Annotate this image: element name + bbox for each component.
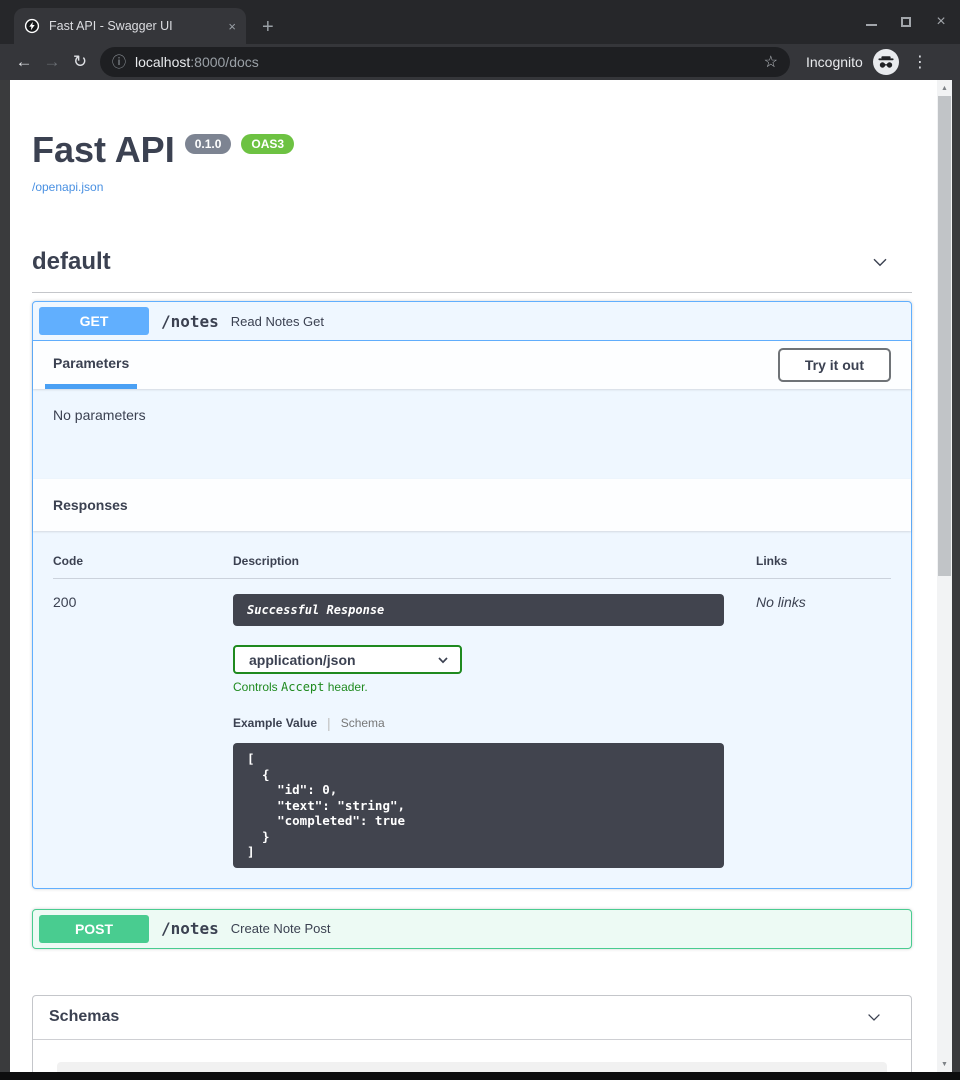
maximize-button[interactable]	[899, 14, 913, 30]
scrollbar-thumb[interactable]	[938, 96, 951, 576]
tag-name: default	[32, 248, 111, 276]
post-op-summary: Create Note Post	[231, 921, 331, 936]
response-description: Successful Response	[233, 594, 724, 626]
scroll-down-icon[interactable]: ▼	[937, 1056, 952, 1072]
maximize-icon	[901, 17, 911, 27]
schemas-title: Schemas	[49, 1008, 119, 1026]
code-line: "completed": true	[247, 813, 710, 829]
menu-icon[interactable]: ⋮	[912, 52, 928, 72]
chevron-down-icon[interactable]	[870, 252, 890, 272]
fastapi-favicon-icon	[24, 18, 40, 34]
oas3-badge: OAS3	[241, 134, 294, 154]
accept-hint-prefix: Controls	[233, 680, 281, 694]
post-method-badge: POST	[39, 915, 149, 943]
tab-parameters[interactable]: Parameters	[45, 341, 137, 389]
forward-icon[interactable]: →	[38, 52, 66, 72]
accept-header-hint: Controls Accept header.	[233, 680, 756, 694]
openapi-link[interactable]: /openapi.json	[32, 180, 103, 194]
page-title: Fast API	[32, 128, 175, 172]
tab-title: Fast API - Swagger UI	[49, 19, 219, 33]
post-opblock-header[interactable]: POST /notes Create Note Post	[33, 910, 911, 948]
minimize-button[interactable]	[864, 14, 878, 30]
media-type-value: application/json	[249, 652, 356, 668]
tab-example-value[interactable]: Example Value	[233, 716, 317, 730]
url-host: localhost	[135, 54, 190, 70]
column-header-description: Description	[233, 554, 756, 568]
column-header-links: Links	[756, 554, 891, 568]
tab-schema[interactable]: Schema	[341, 716, 385, 730]
responses-body: Code Description Links 200 Successful Re…	[33, 531, 911, 888]
tab-close-icon[interactable]: ×	[228, 20, 236, 33]
version-badge: 0.1.0	[185, 134, 232, 154]
code-line: "id": 0,	[247, 782, 710, 798]
info-icon[interactable]: ⓘ	[112, 52, 126, 72]
get-op-path: /notes	[161, 312, 219, 331]
post-op-path: /notes	[161, 919, 219, 938]
incognito-label: Incognito	[806, 54, 863, 70]
browser-tab[interactable]: Fast API - Swagger UI ×	[14, 8, 246, 44]
media-type-select[interactable]: application/json	[233, 645, 462, 674]
column-header-code: Code	[53, 554, 233, 568]
schemas-header[interactable]: Schemas	[33, 996, 911, 1040]
responses-section-header: Responses	[33, 479, 911, 531]
try-it-out-button[interactable]: Try it out	[778, 348, 891, 382]
response-row-200: 200 Successful Response application/json…	[53, 579, 891, 868]
tabs-divider: |	[327, 715, 331, 731]
select-caret-icon	[436, 653, 450, 667]
close-icon: ×	[936, 14, 945, 30]
get-method-badge: GET	[39, 307, 149, 335]
page-scrollbar[interactable]: ▲ ▼	[937, 80, 952, 1072]
star-icon[interactable]: ☆	[764, 52, 778, 72]
post-notes-opblock: POST /notes Create Note Post	[32, 909, 912, 949]
parameters-section-header: Parameters Try it out	[33, 341, 911, 389]
note-model-row[interactable]: Note ›	[57, 1062, 887, 1073]
minimize-icon	[866, 24, 877, 26]
response-links: No links	[756, 594, 891, 868]
chevron-down-icon[interactable]	[865, 1008, 883, 1026]
get-opblock-header[interactable]: GET /notes Read Notes Get	[33, 302, 911, 341]
accept-hint-code: Accept	[281, 680, 324, 694]
back-icon[interactable]: ←	[10, 52, 38, 72]
close-button[interactable]: ×	[934, 14, 948, 30]
window-bottom-edge	[0, 1072, 960, 1080]
browser-viewport: Fast API 0.1.0 OAS3 /openapi.json defaul…	[0, 80, 960, 1072]
code-line: }	[247, 829, 710, 845]
get-op-summary: Read Notes Get	[231, 314, 324, 329]
get-notes-opblock: GET /notes Read Notes Get Parameters Try…	[32, 301, 912, 889]
browser-titlebar: Fast API - Swagger UI × + ×	[0, 0, 960, 44]
swagger-page: Fast API 0.1.0 OAS3 /openapi.json defaul…	[10, 80, 937, 1072]
schemas-section: Schemas Note ›	[32, 995, 912, 1073]
accept-hint-suffix: header.	[324, 680, 367, 694]
parameters-empty-message: No parameters	[33, 389, 911, 479]
tag-section-header[interactable]: default	[32, 248, 912, 293]
scroll-up-icon[interactable]: ▲	[937, 80, 952, 96]
example-json-block: [ { "id": 0, "text": "string", "complete…	[233, 743, 724, 868]
new-tab-button[interactable]: +	[262, 17, 274, 37]
code-line: "text": "string",	[247, 798, 710, 814]
url-path: :8000/docs	[190, 54, 259, 70]
browser-toolbar: ← → ↻ ⓘ localhost :8000/docs ☆ Incognito…	[0, 44, 960, 80]
schemas-body: Note ›	[33, 1040, 911, 1073]
api-info: Fast API 0.1.0 OAS3 /openapi.json	[32, 128, 912, 196]
code-line: [	[247, 751, 710, 767]
response-code: 200	[53, 594, 233, 868]
incognito-icon	[873, 49, 899, 75]
window-controls: ×	[864, 13, 948, 31]
address-bar[interactable]: ⓘ localhost :8000/docs ☆	[100, 47, 790, 77]
reload-icon[interactable]: ↻	[66, 52, 94, 72]
code-line: {	[247, 767, 710, 783]
code-line: ]	[247, 844, 710, 860]
